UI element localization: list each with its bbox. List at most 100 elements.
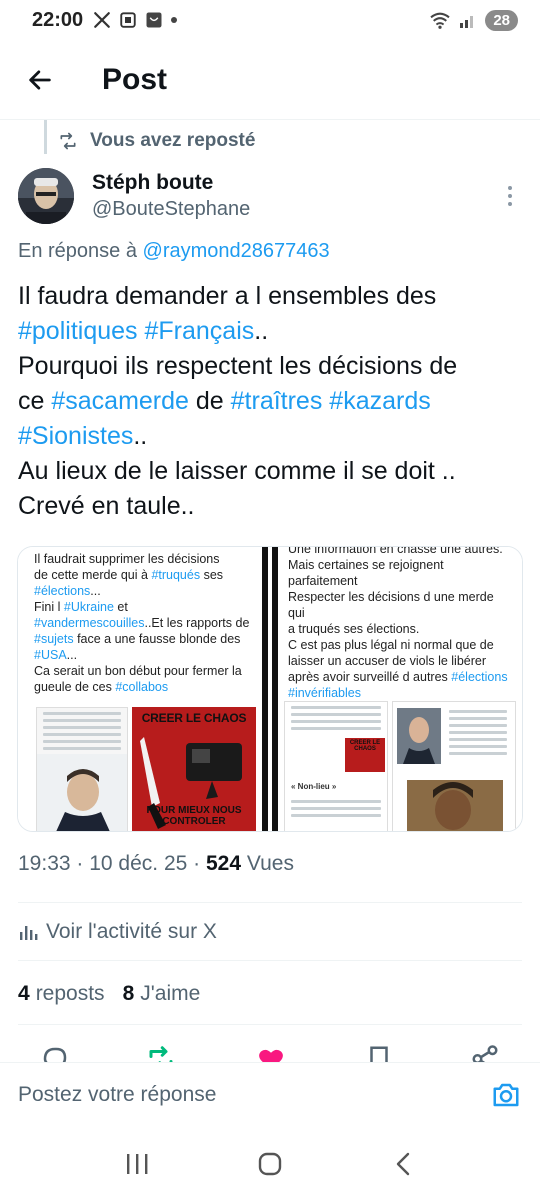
chaos-poster: CREER LE CHAOS POUR MIEUX NOUS CONTROLER: [132, 707, 256, 831]
hashtag-link[interactable]: #truqués: [151, 568, 200, 582]
hashtag-link[interactable]: #Sionistes: [18, 422, 133, 450]
avatar[interactable]: [18, 168, 74, 224]
recents-icon: [126, 1154, 148, 1174]
hashtag-link[interactable]: #USA: [34, 648, 67, 662]
more-dot: [508, 202, 512, 206]
text-line: Pourquoi ils respectent les décisions de: [18, 349, 528, 384]
reposts-label: reposts: [35, 982, 105, 1005]
hashtag-link[interactable]: #Ukraine: [64, 600, 114, 614]
tweet-media[interactable]: Il faudrait supprimer les décisions de ce…: [17, 546, 523, 832]
media-left-text: Il faudrait supprimer les décisions de ce…: [18, 547, 268, 695]
reply-composer[interactable]: Postez votre réponse: [0, 1062, 540, 1126]
top-app-bar: Post: [0, 40, 540, 120]
hashtag-link[interactable]: #collabos: [115, 680, 168, 694]
reply-button[interactable]: [40, 1044, 70, 1062]
media-image-left[interactable]: Il faudrait supprimer les décisions de ce…: [18, 547, 269, 831]
mini-article-heading: « Non-lieu »: [291, 782, 337, 791]
embedded-news: [392, 701, 516, 831]
text-segment: ce: [18, 387, 52, 415]
text-line: #vandermescouilles..Et les rapports de: [34, 615, 258, 631]
share-icon: [472, 1045, 498, 1062]
hashtag-link[interactable]: #traîtres: [231, 387, 323, 415]
text-line: Il faudrait supprimer les décisions: [34, 551, 258, 567]
text-line: C est pas plus légal ni normal que de: [288, 637, 512, 653]
text-segment: Pourquoi ils respectent les décisions de: [18, 352, 458, 380]
divider: [18, 960, 522, 961]
activity-label: Voir l'activité sur X: [46, 920, 217, 943]
reply-icon: [43, 1047, 67, 1062]
bookmark-icon: [370, 1046, 388, 1062]
bookmark-button[interactable]: [364, 1044, 394, 1062]
reposts-stat[interactable]: 4 reposts: [18, 982, 105, 1006]
battery-indicator: 28: [485, 9, 518, 31]
repost-button[interactable]: [146, 1044, 176, 1062]
text-segment: après avoir surveillé d autres: [288, 670, 452, 684]
action-bar: [0, 1040, 540, 1062]
reply-to-mention[interactable]: @raymond28677463: [143, 240, 330, 262]
text-segment: Crevé en taule..: [18, 492, 195, 520]
home-button[interactable]: [250, 1144, 290, 1184]
text-segment: Il faudra demander a l ensembles des: [18, 282, 437, 310]
share-button[interactable]: [470, 1044, 500, 1062]
text-segment: a truqués ses élections.: [288, 622, 420, 636]
author-handle[interactable]: @BouteStephane: [92, 198, 250, 221]
hashtag-link[interactable]: #politiques: [18, 317, 138, 345]
text-segment: gueule de ces: [34, 680, 116, 694]
likes-label: J'aime: [140, 982, 201, 1005]
like-button[interactable]: [256, 1044, 286, 1062]
likes-stat[interactable]: 8 J'aime: [123, 982, 201, 1006]
text-segment: Ca serait un bon début pour fermer la: [34, 664, 242, 678]
view-activity-link[interactable]: Voir l'activité sur X: [18, 912, 217, 952]
system-back-button[interactable]: [383, 1144, 423, 1184]
more-options-button[interactable]: [498, 176, 522, 216]
like-icon: [259, 1049, 283, 1062]
repost-indicator: Vous avez reposté: [58, 130, 255, 152]
reply-to-prefix: En réponse à: [18, 240, 137, 262]
x-logo-icon: [93, 11, 111, 29]
status-time: 22:00: [32, 8, 84, 31]
recents-button[interactable]: [117, 1144, 157, 1184]
page-title: Post: [102, 62, 168, 96]
hashtag-link[interactable]: #élections: [451, 670, 507, 684]
text-segment: de cette merde qui à: [34, 568, 152, 582]
status-right: 28: [429, 9, 518, 31]
embedded-article: CREER LE CHAOS « Non-lieu »: [284, 701, 388, 831]
text-line: de cette merde qui à #truqués ses: [34, 567, 258, 583]
text-line: après avoir surveillé d autres #élection…: [288, 669, 512, 685]
text-line: Il faudra demander a l ensembles des: [18, 279, 528, 314]
text-segment: Au lieux de le laisser comme il se doit …: [18, 457, 456, 485]
repost-label: Vous avez reposté: [90, 130, 256, 151]
embedded-screenshot: [36, 707, 128, 831]
text-segment: ..: [133, 422, 148, 450]
text-line: Crevé en taule..: [18, 489, 528, 524]
reply-input[interactable]: Postez votre réponse: [18, 1083, 490, 1107]
media-image-right[interactable]: Une information en chasse une autres. Mai…: [272, 547, 522, 831]
text-line: Respecter les décisions d une merde qui: [288, 589, 512, 621]
post-date: 10 déc. 25: [89, 852, 188, 875]
post-timestamp: 19:33 · 10 déc. 25 · 524 Vues: [18, 852, 294, 875]
text-segment: ..Et les rapports de: [144, 616, 250, 630]
camera-button[interactable]: [490, 1079, 522, 1111]
media-right-text: Une information en chasse une autres. Mai…: [272, 547, 522, 701]
post-time: 19:33: [18, 852, 71, 875]
back-button[interactable]: [20, 60, 60, 100]
divider: [18, 902, 522, 903]
hashtag-link[interactable]: #élections: [34, 584, 90, 598]
text-segment: laisser un accuser de viols le libérer: [288, 654, 487, 668]
status-bar: 22:00 28: [0, 0, 540, 40]
hashtag-link[interactable]: #invérifiables: [288, 686, 361, 700]
text-line: a truqués ses élections.: [288, 621, 512, 637]
hashtag-link[interactable]: #kazards: [329, 387, 430, 415]
author-name[interactable]: Stéph boute: [92, 171, 250, 195]
arrow-left-icon: [29, 69, 51, 90]
hashtag-link[interactable]: #sujets: [34, 632, 74, 646]
screenshot-icon: [119, 11, 137, 29]
hashtag-link[interactable]: #vandermescouilles: [34, 616, 144, 630]
hashtag-link[interactable]: #Français: [144, 317, 254, 345]
text-segment: Il faudrait supprimer les décisions: [34, 552, 220, 566]
hashtag-link[interactable]: #sacamerde: [51, 387, 189, 415]
app-icon: [145, 11, 163, 29]
text-line: Ca serait un bon début pour fermer la: [34, 663, 258, 679]
engagement-stats: 4 reposts 8 J'aime: [18, 974, 218, 1014]
text-line: parfaitement: [288, 573, 512, 589]
